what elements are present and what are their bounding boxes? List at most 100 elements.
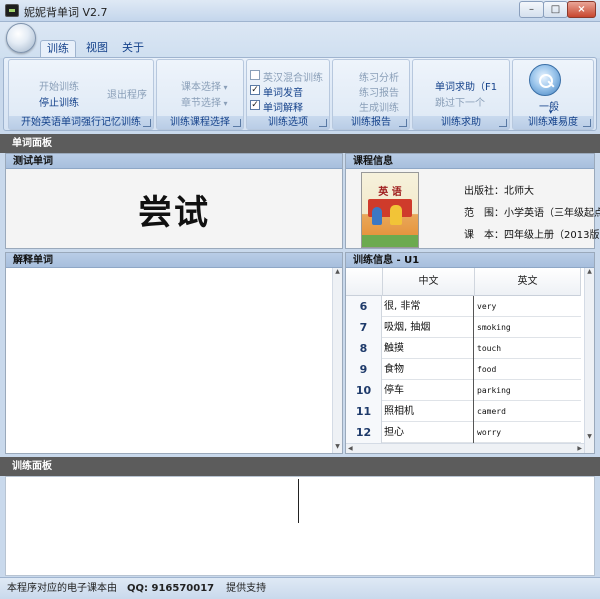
start-training-button[interactable]: 开始训练 <box>39 78 79 93</box>
test-word-panel: 测试单词 尝试 <box>5 153 343 249</box>
generate-training-button[interactable]: 生成训练 <box>359 99 399 114</box>
exit-program-button[interactable]: 退出程序 <box>107 86 147 101</box>
application-menu-orb[interactable] <box>6 23 36 53</box>
chevron-down-icon[interactable]: ▾ <box>549 108 553 116</box>
cell-english: food <box>477 365 497 374</box>
course-info-panel: 课程信息 英 语 出版社：北师大 范 围：小学英语（三年级起点） 课 本：四年级… <box>345 153 600 249</box>
checkmark-icon[interactable]: ✓ <box>250 85 260 95</box>
training-input-area[interactable] <box>5 476 595 576</box>
explanation-scrollbar[interactable]: ▲ ▼ <box>332 268 342 453</box>
group-training-report: 练习分析 练习报告 生成训练 训练报告 <box>332 59 410 130</box>
column-header-english[interactable]: 英文 <box>475 268 581 296</box>
cell-chinese: 担心 <box>383 422 474 443</box>
cover-ground <box>362 235 418 247</box>
word-explanation-checkbox[interactable]: ✓ 单词解释 <box>250 99 303 114</box>
cell-chinese: 照相机 <box>383 401 474 422</box>
maximize-button[interactable]: □ <box>543 1 568 18</box>
row-number: 7 <box>346 317 382 338</box>
close-button[interactable]: × <box>567 1 596 18</box>
group-options-label: 训练选项 <box>247 116 329 129</box>
textbook-select-dropdown[interactable]: 课本选择 <box>181 78 228 93</box>
group-launcher-icon[interactable] <box>399 119 407 127</box>
table-row[interactable]: 6 很, 非常 very <box>346 296 581 317</box>
table-row[interactable]: 7 吸烟, 抽烟 smoking <box>346 317 581 338</box>
checkbox-box[interactable] <box>250 70 260 80</box>
grid-horizontal-scrollbar[interactable]: ◀ ▶ <box>346 443 584 453</box>
scroll-down-icon[interactable]: ▼ <box>333 443 342 453</box>
tab-training[interactable]: 训练 <box>40 40 76 58</box>
chapter-select-dropdown[interactable]: 章节选择 <box>181 94 228 109</box>
table-row[interactable]: 12 担心 worry <box>346 422 581 443</box>
ribbon: 开始训练 停止训练 退出程序 开始英语单词强行记忆训练 课本选择 章节选择 训练… <box>3 57 597 131</box>
group-launcher-icon[interactable] <box>143 119 151 127</box>
skip-next-button[interactable]: 跳过下一个 <box>435 94 485 109</box>
cell-chinese: 停车 <box>383 380 474 401</box>
word-grid: 中文 英文 6 很, 非常 very 7 吸烟, 抽烟 smoking 8 触摸… <box>346 268 594 453</box>
training-info-panel: 训练信息 - U1 中文 英文 6 很, 非常 very 7 吸烟, 抽烟 sm… <box>345 252 595 454</box>
title-bar: 妮妮背单词 V2.7 – □ × <box>0 0 600 22</box>
test-word-title: 测试单词 <box>6 154 342 169</box>
table-row[interactable]: 9 食物 food <box>346 359 581 380</box>
row-number: 8 <box>346 338 382 359</box>
scroll-left-icon[interactable]: ◀ <box>348 445 353 452</box>
training-info-title: 训练信息 - U1 <box>346 253 594 268</box>
cell-english: smoking <box>477 323 511 332</box>
magnifier-icon[interactable] <box>529 64 561 96</box>
test-word-area: 尝试 <box>6 169 342 248</box>
table-row[interactable]: 11 照相机 camerd <box>346 401 581 422</box>
explanation-text-area[interactable] <box>6 268 342 453</box>
practice-analysis-button[interactable]: 练习分析 <box>359 69 399 84</box>
textbook-value: 四年级上册（2013版） <box>504 230 600 241</box>
scroll-up-icon[interactable]: ▲ <box>333 268 342 278</box>
mixed-training-checkbox[interactable]: 英汉混合训练 <box>250 69 323 84</box>
group-training-options: 英汉混合训练 ✓ 单词发音 ✓ 单词解释 训练选项 <box>246 59 330 130</box>
group-launcher-icon[interactable] <box>583 119 591 127</box>
publisher-label: 出版社： <box>464 186 504 197</box>
cell-english: worry <box>477 428 502 437</box>
tab-view[interactable]: 视图 <box>80 40 114 58</box>
course-info-title: 课程信息 <box>346 154 594 169</box>
row-number: 6 <box>346 296 382 317</box>
minimize-button[interactable]: – <box>519 1 544 18</box>
range-row: 范 围：小学英语（三年级起点） <box>464 204 600 219</box>
explanation-panel: 解释单词 ▲ ▼ <box>5 252 343 454</box>
grid-header: 中文 英文 <box>346 268 581 296</box>
group-launcher-icon[interactable] <box>319 119 327 127</box>
table-row[interactable]: 8 触摸 touch <box>346 338 581 359</box>
publisher-row: 出版社：北师大 <box>464 182 534 197</box>
group-report-label: 训练报告 <box>333 116 409 129</box>
group-start-label: 开始英语单词强行记忆训练 <box>9 116 153 129</box>
cell-chinese: 很, 非常 <box>383 296 474 317</box>
column-header-chinese[interactable]: 中文 <box>383 268 475 296</box>
tab-about[interactable]: 关于 <box>116 40 150 58</box>
scroll-down-icon[interactable]: ▼ <box>585 433 594 443</box>
cover-figure-icon <box>372 207 382 225</box>
word-pronunciation-checkbox[interactable]: ✓ 单词发音 <box>250 84 303 99</box>
checkmark-icon[interactable]: ✓ <box>250 100 260 110</box>
row-number: 11 <box>346 401 382 422</box>
scroll-right-icon[interactable]: ▶ <box>577 445 582 452</box>
table-row[interactable]: 10 停车 parking <box>346 380 581 401</box>
word-help-button[interactable]: 单词求助（F1 <box>435 78 497 93</box>
text-cursor <box>298 479 299 523</box>
training-panel-header: 训练面板 <box>0 457 600 476</box>
grid-vertical-scrollbar[interactable]: ▲ ▼ <box>584 268 594 453</box>
cell-english: parking <box>477 386 511 395</box>
scroll-up-icon[interactable]: ▲ <box>585 268 594 278</box>
group-launcher-icon[interactable] <box>499 119 507 127</box>
textbook-cover-image: 英 语 <box>361 172 419 248</box>
cell-english: camerd <box>477 407 506 416</box>
status-suffix: 提供支持 <box>226 583 267 594</box>
group-course-select: 课本选择 章节选择 训练课程选择 <box>156 59 244 130</box>
cell-chinese: 触摸 <box>383 338 474 359</box>
practice-report-button[interactable]: 练习报告 <box>359 84 399 99</box>
row-number: 9 <box>346 359 382 380</box>
group-launcher-icon[interactable] <box>233 119 241 127</box>
group-help-label: 训练求助 <box>413 116 509 129</box>
word-panel-header: 单词面板 <box>0 134 600 153</box>
stop-training-button[interactable]: 停止训练 <box>39 94 79 109</box>
cell-chinese: 食物 <box>383 359 474 380</box>
test-word: 尝试 <box>138 193 210 233</box>
textbook-label: 课 本： <box>464 230 504 241</box>
app-icon <box>5 4 19 17</box>
